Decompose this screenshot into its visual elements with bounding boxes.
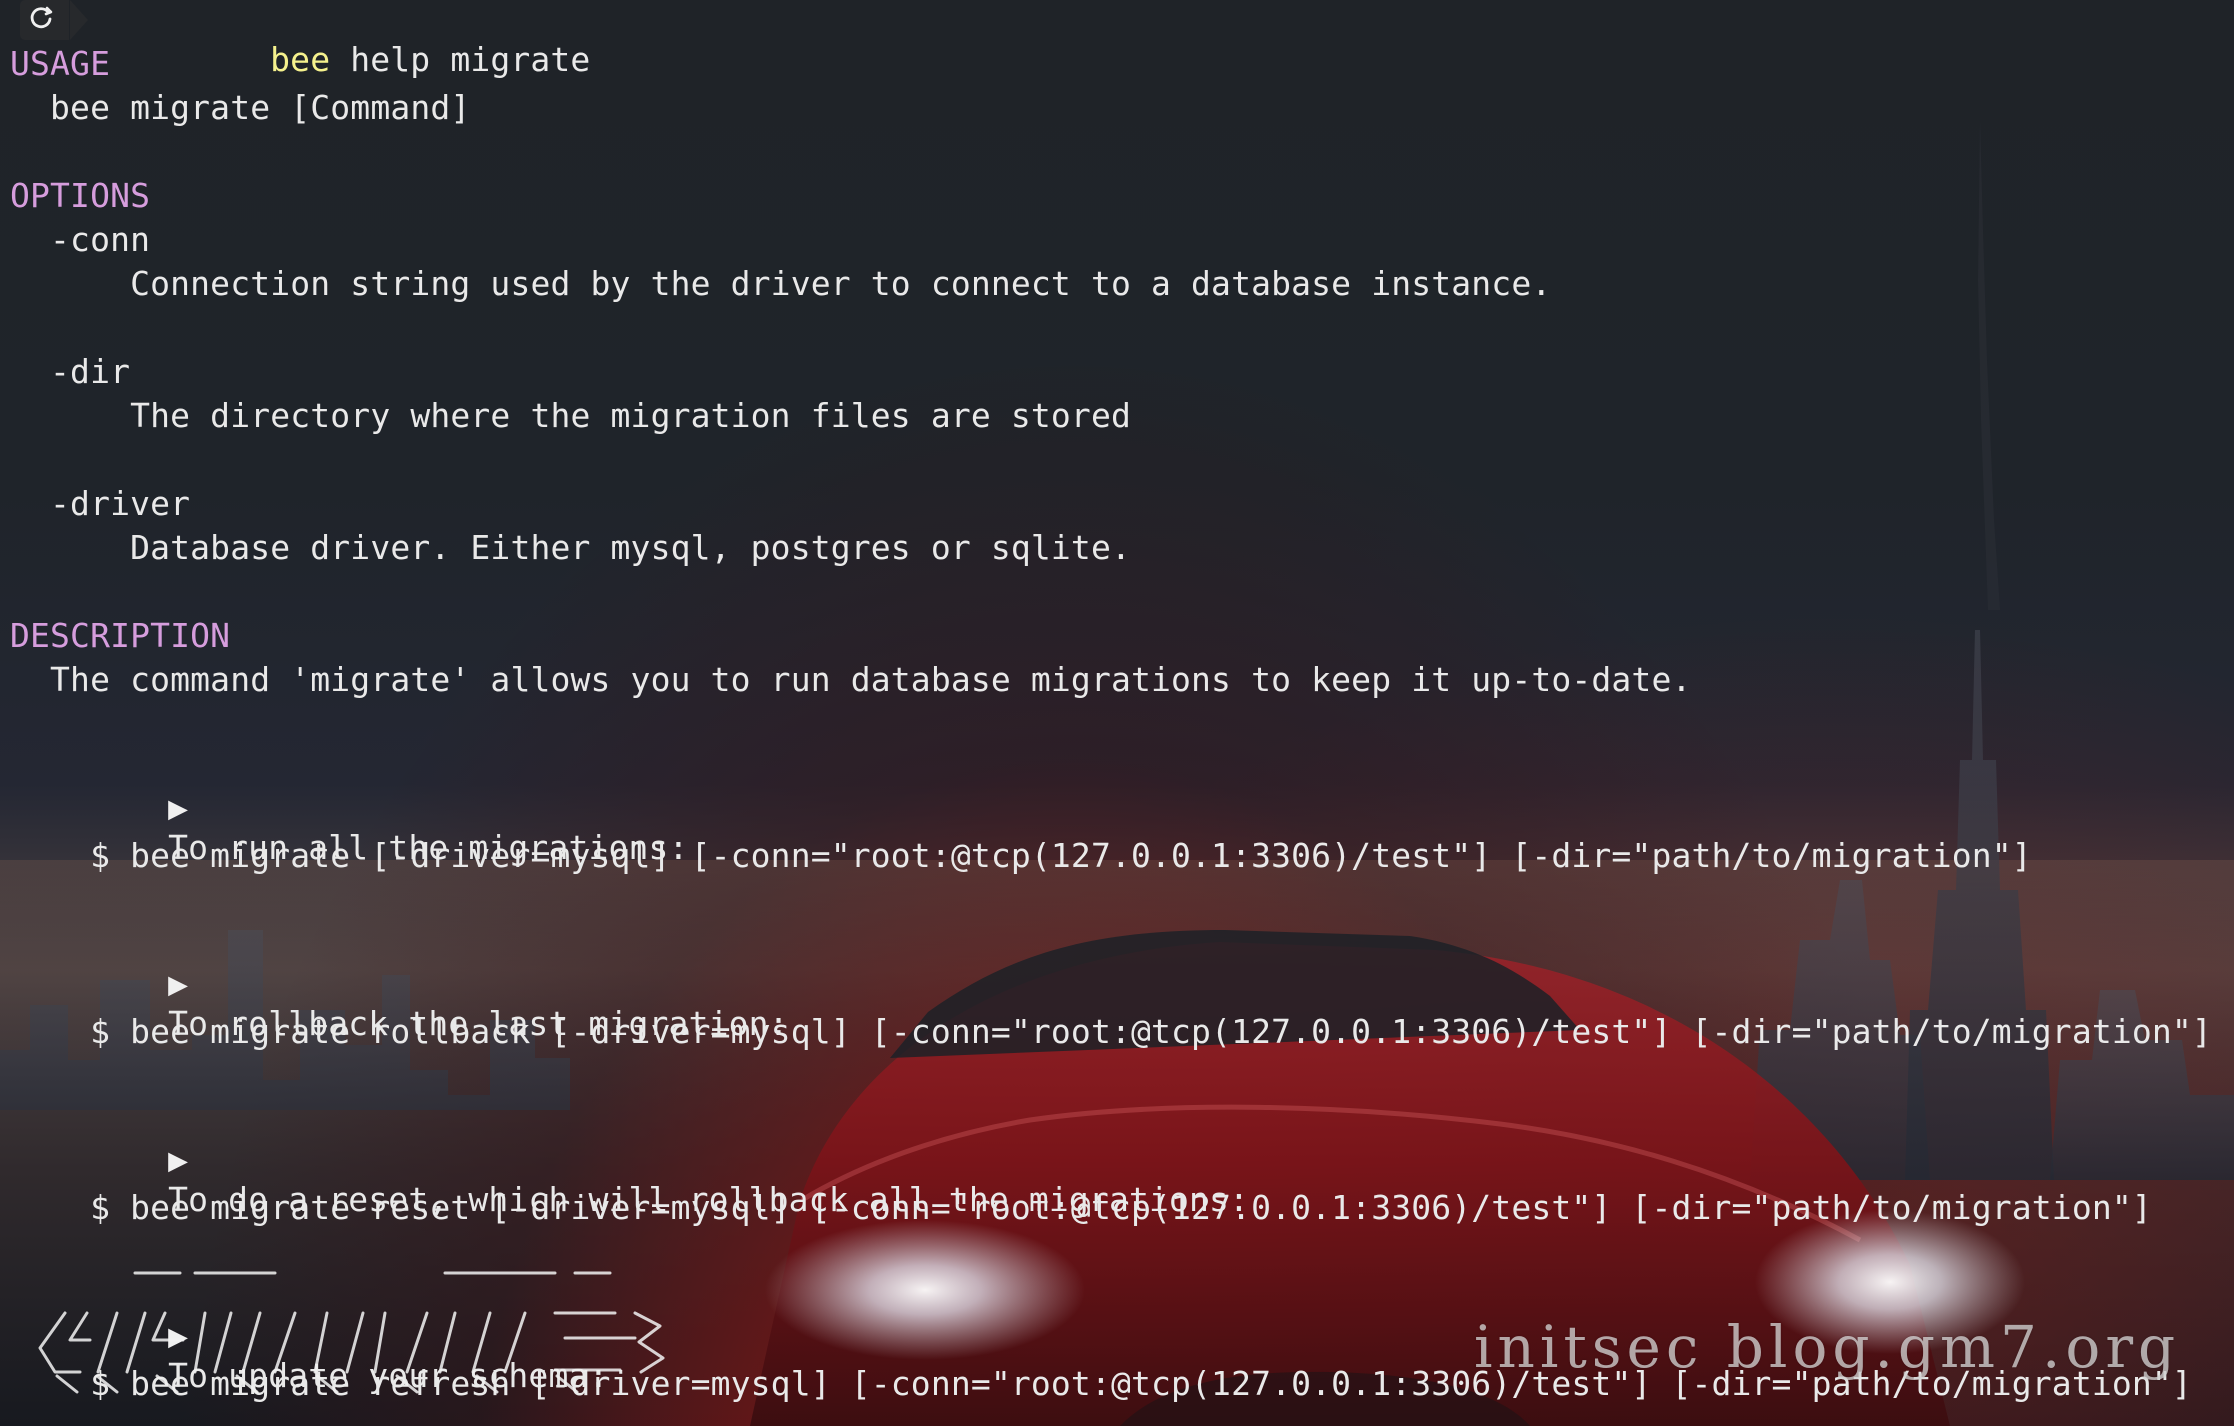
rollback-command: $ bee migrate rollback [-driver=mysql] [… bbox=[10, 1012, 2212, 1051]
command-name: bee bbox=[270, 40, 331, 79]
reset-note: ▶ To do a reset, which will rollback all… bbox=[48, 1100, 1249, 1219]
option-dir: -dir bbox=[10, 352, 131, 391]
option-driver-description: Database driver. Either mysql, postgres … bbox=[10, 528, 1131, 567]
terminal-output: bee help migrate USAGE bee migrate [Comm… bbox=[0, 0, 2234, 1426]
usage-heading: USAGE bbox=[10, 44, 111, 83]
rollback-note: ▶ To rollback the last migration: bbox=[48, 924, 789, 1043]
circular-arrow-icon bbox=[30, 6, 53, 29]
reset-command: $ bee migrate reset [-driver=mysql] [-co… bbox=[10, 1188, 2152, 1227]
triangle-right-icon: ▶ bbox=[168, 788, 189, 827]
run-migrations-note: ▶ To run all the migrations: bbox=[48, 748, 689, 867]
ascii-logo-icon bbox=[38, 1271, 665, 1394]
option-conn: -conn bbox=[10, 220, 151, 259]
option-dir-description: The directory where the migration files … bbox=[10, 396, 1131, 435]
terminal-screen: bee help migrate USAGE bee migrate [Comm… bbox=[0, 0, 2234, 1426]
triangle-right-icon: ▶ bbox=[168, 1140, 189, 1179]
option-driver: -driver bbox=[10, 484, 191, 523]
run-migrations-command: $ bee migrate [-driver=mysql] [-conn="ro… bbox=[10, 836, 2032, 875]
option-conn-description: Connection string used by the driver to … bbox=[10, 264, 1552, 303]
triangle-right-icon: ▶ bbox=[168, 964, 189, 1003]
watermark-text: initsec blog.gm7.org bbox=[1474, 1313, 2181, 1381]
command-arguments: help migrate bbox=[330, 40, 591, 79]
usage-command: bee migrate [Command] bbox=[10, 88, 471, 127]
options-heading: OPTIONS bbox=[10, 176, 151, 215]
description-text: The command 'migrate' allows you to run … bbox=[10, 660, 1692, 699]
description-heading: DESCRIPTION bbox=[10, 616, 231, 655]
prompt-separator-icon bbox=[70, 0, 88, 40]
